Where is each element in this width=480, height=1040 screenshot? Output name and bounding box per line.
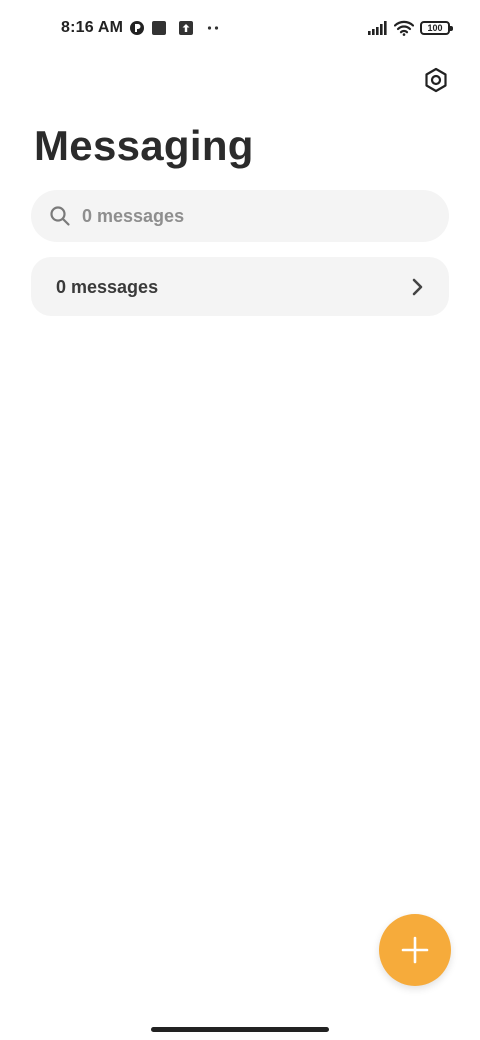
settings-button[interactable] xyxy=(421,65,451,95)
plus-icon xyxy=(401,936,429,964)
search-placeholder: 0 messages xyxy=(82,206,185,226)
status-bar-left: 8:16 AM xyxy=(61,17,219,39)
status-bar: 8:16 AM 100 xyxy=(0,0,480,56)
chevron-right-icon xyxy=(412,278,423,296)
conversations-row-label: 0 messages xyxy=(56,277,159,297)
page-title: Messaging xyxy=(34,122,254,169)
more-dots-icon xyxy=(207,25,219,31)
battery-icon: 100 xyxy=(420,21,453,35)
battery-level: 100 xyxy=(427,22,443,33)
app-notification-icon xyxy=(129,20,145,36)
upload-notification-icon xyxy=(179,21,194,35)
wifi-icon xyxy=(394,20,414,36)
status-bar-right: 100 xyxy=(368,17,453,39)
signal-icon xyxy=(368,21,388,35)
status-time: 8:16 AM xyxy=(61,19,124,36)
settings-hexagon-icon xyxy=(425,67,447,93)
square-notification-icon xyxy=(151,20,167,36)
home-indicator[interactable] xyxy=(151,1027,329,1032)
messaging-screen: 8:16 AM 100 Messaging 0 messages 0 messa… xyxy=(0,0,480,1040)
conversations-row[interactable]: 0 messages xyxy=(31,257,449,316)
new-message-button[interactable] xyxy=(379,914,451,986)
search-icon xyxy=(50,206,70,226)
